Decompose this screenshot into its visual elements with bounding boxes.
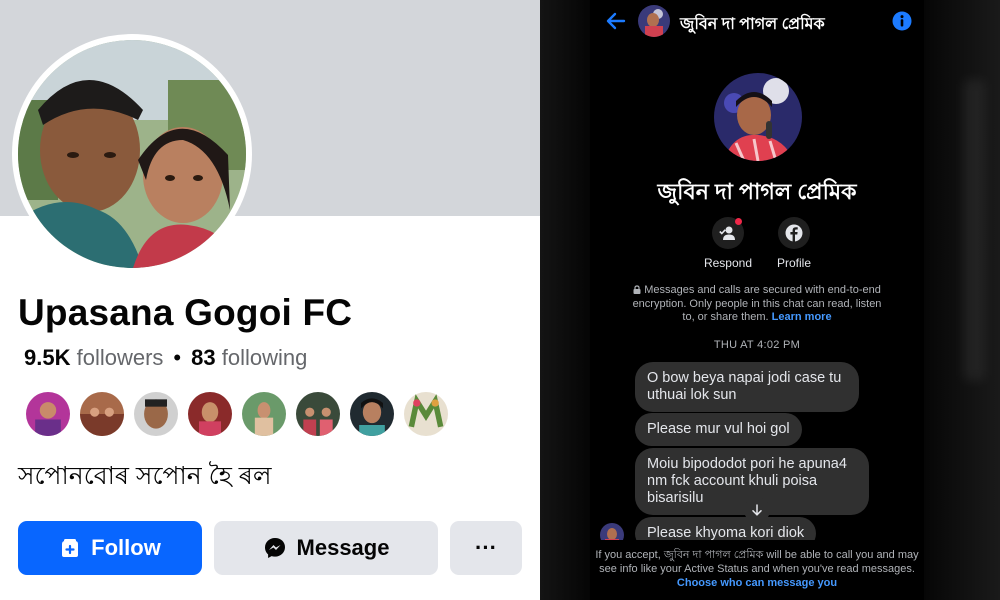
back-arrow-icon[interactable] bbox=[606, 11, 626, 31]
info-icon[interactable] bbox=[892, 11, 912, 31]
profile-name: Upasana Gogoi FC bbox=[18, 292, 353, 333]
messenger-icon bbox=[263, 536, 287, 560]
lock-icon bbox=[633, 284, 644, 296]
blurred-edge-right bbox=[924, 0, 1000, 600]
blurred-edge-left bbox=[540, 0, 590, 600]
accept-notice-text: If you accept, জুবিন দা পাগল প্রেমিক wil… bbox=[595, 549, 919, 575]
profile-bio: সপোনবোৰ সপোন হৈ ৰল bbox=[18, 462, 272, 490]
profile-actions: Follow Message ··· bbox=[18, 521, 522, 575]
follower-stats: 9.5K followers • 83 following bbox=[24, 345, 307, 371]
choose-who-can-message-link[interactable]: Choose who can message you bbox=[677, 577, 837, 589]
message-label: Message bbox=[296, 535, 390, 560]
follower-avatar[interactable] bbox=[186, 390, 234, 438]
message-request-notice: If you accept, জুবিন দা পাগল প্রেমিক wil… bbox=[590, 540, 924, 600]
followers-label[interactable]: followers bbox=[77, 345, 164, 370]
facebook-icon bbox=[785, 224, 803, 242]
message-bubble[interactable]: O bow beya napai jodi case tu uthuai lok… bbox=[635, 362, 859, 412]
message-timestamp: THU AT 4:02 PM bbox=[713, 339, 801, 351]
arrow-down-icon bbox=[752, 504, 762, 516]
messenger-panel: জুবিন দা পাগল প্রেমিক জুবিন দা পাগল প্রে… bbox=[540, 0, 1000, 600]
chat-contact-name: জুবিন দা পাগল প্রেমিক bbox=[657, 179, 857, 204]
learn-more-link[interactable]: Learn more bbox=[772, 311, 832, 323]
follower-avatar[interactable] bbox=[132, 390, 180, 438]
encryption-text: Messages and calls are secured with end-… bbox=[632, 284, 882, 323]
notification-dot bbox=[735, 218, 742, 225]
respond-button[interactable]: Respond bbox=[698, 217, 758, 270]
profile-label: Profile bbox=[776, 256, 811, 270]
follow-icon bbox=[59, 537, 81, 559]
chat-header: জুবিন দা পাগল প্রেমিক bbox=[590, 0, 924, 42]
follower-avatar[interactable] bbox=[24, 390, 72, 438]
scroll-to-bottom-button[interactable] bbox=[744, 497, 770, 523]
profile-picture[interactable] bbox=[12, 34, 252, 274]
following-label[interactable]: following bbox=[222, 345, 308, 370]
stats-separator: • bbox=[173, 345, 182, 370]
facebook-profile-panel: Upasana Gogoi FC 9.5K followers • 83 follo… bbox=[0, 0, 540, 600]
chat-header-title[interactable]: জুবিন দা পাগল প্রেমিক bbox=[680, 11, 825, 38]
profile-photo-image bbox=[18, 40, 246, 268]
follower-avatar[interactable] bbox=[240, 390, 288, 438]
chat-profile-picture[interactable] bbox=[714, 73, 802, 161]
follower-avatar[interactable] bbox=[348, 390, 396, 438]
follow-button[interactable]: Follow bbox=[18, 521, 202, 575]
follow-label: Follow bbox=[91, 535, 161, 560]
follower-avatar[interactable] bbox=[402, 390, 450, 438]
respond-person-check-icon bbox=[719, 226, 735, 240]
respond-label: Respond bbox=[703, 256, 753, 270]
message-bubble[interactable]: Please mur vul hoi gol bbox=[635, 413, 802, 446]
more-dots-icon: ··· bbox=[475, 535, 497, 560]
chat-header-avatar[interactable] bbox=[638, 5, 670, 37]
messenger-screen: জুবিন দা পাগল প্রেমিক জুবিন দা পাগল প্রে… bbox=[590, 0, 924, 600]
follower-avatar[interactable] bbox=[78, 390, 126, 438]
followers-count[interactable]: 9.5K bbox=[24, 345, 70, 370]
follower-avatar[interactable] bbox=[294, 390, 342, 438]
more-options-button[interactable]: ··· bbox=[450, 521, 522, 575]
view-profile-button[interactable]: Profile bbox=[764, 217, 824, 270]
following-count[interactable]: 83 bbox=[191, 345, 215, 370]
follower-avatars bbox=[24, 390, 450, 438]
encryption-notice: Messages and calls are secured with end-… bbox=[630, 284, 884, 325]
message-button[interactable]: Message bbox=[214, 521, 438, 575]
